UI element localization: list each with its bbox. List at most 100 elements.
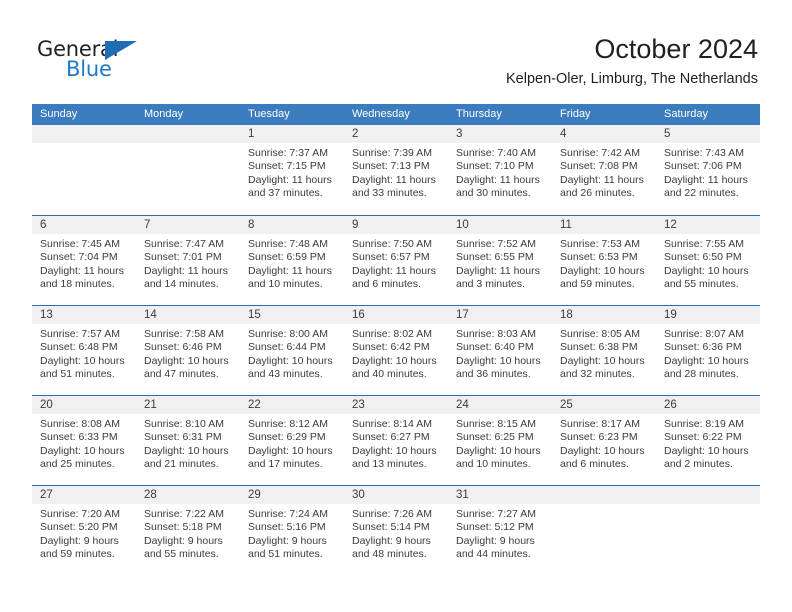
calendar-day-cell[interactable]: 18 Sunrise: 8:05 AM Sunset: 6:38 PM Dayligh…	[552, 306, 656, 395]
calendar-day-cell[interactable]: 15 Sunrise: 8:00 AM Sunset: 6:44 PM Dayligh…	[240, 306, 344, 395]
day-number-band	[136, 125, 240, 143]
day-number-band: 4	[552, 125, 656, 143]
day-detail-line: Sunset: 6:42 PM	[352, 341, 430, 354]
day-details: Sunrise: 7:50 AM Sunset: 6:57 PM Daylight:…	[344, 234, 448, 292]
day-number-band: 19	[656, 306, 760, 324]
calendar-day-cell[interactable]: 9 Sunrise: 7:50 AM Sunset: 6:57 PM Daylight…	[344, 216, 448, 305]
day-detail-line: and 2 minutes.	[664, 458, 733, 471]
day-number: 22	[248, 399, 261, 411]
day-number-band: 26	[656, 396, 760, 414]
day-detail-line: and 37 minutes.	[248, 187, 323, 200]
day-number: 6	[40, 219, 47, 231]
calendar-day-cell[interactable]: 30 Sunrise: 7:26 AM Sunset: 5:14 PM Dayligh…	[344, 486, 448, 575]
day-detail-line: Sunrise: 7:39 AM	[352, 147, 432, 159]
title-block: October 2024 Kelpen-Oler, Limburg, The N…	[506, 33, 758, 89]
calendar-day-cell[interactable]: 12 Sunrise: 7:55 AM Sunset: 6:50 PM Dayligh…	[656, 216, 760, 305]
day-detail-line: Sunset: 6:25 PM	[456, 431, 534, 444]
day-number: 9	[352, 219, 359, 231]
day-number: 12	[664, 219, 677, 231]
day-details: Sunrise: 7:53 AM Sunset: 6:53 PM Daylight:…	[552, 234, 656, 292]
day-number-band: 11	[552, 216, 656, 234]
day-number-band: 21	[136, 396, 240, 414]
calendar-day-cell[interactable]: 11 Sunrise: 7:53 AM Sunset: 6:53 PM Dayligh…	[552, 216, 656, 305]
day-number: 30	[352, 489, 365, 501]
day-details: Sunrise: 7:40 AM Sunset: 7:10 PM Daylight:…	[448, 143, 552, 201]
day-details: Sunrise: 8:10 AM Sunset: 6:31 PM Daylight:…	[136, 414, 240, 472]
day-detail-line: Sunset: 6:22 PM	[664, 431, 742, 444]
calendar-day-cell[interactable]: 20 Sunrise: 8:08 AM Sunset: 6:33 PM Dayligh…	[32, 396, 136, 485]
calendar-day-cell[interactable]: 31 Sunrise: 7:27 AM Sunset: 5:12 PM Dayligh…	[448, 486, 552, 575]
day-detail-line: Sunset: 6:48 PM	[40, 341, 118, 354]
day-number: 16	[352, 309, 365, 321]
calendar-day-cell[interactable]: 7 Sunrise: 7:47 AM Sunset: 7:01 PM Daylight…	[136, 216, 240, 305]
day-number: 21	[144, 399, 157, 411]
day-detail-line: Daylight: 11 hours	[40, 264, 124, 277]
day-detail-line: and 55 minutes.	[144, 548, 219, 561]
day-detail-line: Daylight: 11 hours	[352, 173, 436, 186]
day-details: Sunrise: 7:37 AM Sunset: 7:15 PM Daylight:…	[240, 143, 344, 201]
day-detail-line: Sunset: 5:18 PM	[144, 521, 222, 534]
day-detail-line: and 10 minutes.	[248, 278, 323, 291]
day-detail-line: Sunset: 6:36 PM	[664, 341, 742, 354]
calendar-day-cell[interactable]: 2 Sunrise: 7:39 AM Sunset: 7:13 PM Daylight…	[344, 125, 448, 215]
day-detail-line: Daylight: 10 hours	[248, 444, 333, 457]
calendar-empty-cell	[32, 125, 136, 215]
calendar-day-cell[interactable]: 26 Sunrise: 8:19 AM Sunset: 6:22 PM Dayligh…	[656, 396, 760, 485]
calendar-day-cell[interactable]: 14 Sunrise: 7:58 AM Sunset: 6:46 PM Dayligh…	[136, 306, 240, 395]
calendar-day-cell[interactable]: 22 Sunrise: 8:12 AM Sunset: 6:29 PM Dayligh…	[240, 396, 344, 485]
day-detail-line: Sunrise: 7:37 AM	[248, 147, 328, 159]
day-detail-line: Sunset: 6:38 PM	[560, 341, 638, 354]
day-detail-line: Sunset: 7:01 PM	[144, 251, 222, 264]
day-number-band: 7	[136, 216, 240, 234]
day-number: 7	[144, 219, 151, 231]
calendar-day-cell[interactable]: 3 Sunrise: 7:40 AM Sunset: 7:10 PM Daylight…	[448, 125, 552, 215]
day-detail-line: Daylight: 9 hours	[456, 534, 535, 547]
general-blue-logo: General Blue	[37, 38, 157, 84]
day-detail-line: and 28 minutes.	[664, 368, 739, 381]
calendar-day-cell[interactable]: 29 Sunrise: 7:24 AM Sunset: 5:16 PM Dayligh…	[240, 486, 344, 575]
day-number-band: 16	[344, 306, 448, 324]
calendar-day-cell[interactable]: 24 Sunrise: 8:15 AM Sunset: 6:25 PM Dayligh…	[448, 396, 552, 485]
day-details: Sunrise: 7:45 AM Sunset: 7:04 PM Daylight:…	[32, 234, 136, 292]
day-detail-line: and 6 minutes.	[352, 278, 421, 291]
day-details: Sunrise: 7:22 AM Sunset: 5:18 PM Daylight:…	[136, 504, 240, 562]
calendar-day-cell[interactable]: 16 Sunrise: 8:02 AM Sunset: 6:42 PM Dayligh…	[344, 306, 448, 395]
calendar-weeks: 1 Sunrise: 7:37 AM Sunset: 7:15 PM Daylight…	[32, 125, 760, 575]
day-detail-line: Sunrise: 8:03 AM	[456, 328, 536, 340]
day-number-band: 13	[32, 306, 136, 324]
day-detail-line: Sunrise: 7:42 AM	[560, 147, 640, 159]
day-detail-line: and 21 minutes.	[144, 458, 219, 471]
day-number-band: 30	[344, 486, 448, 504]
calendar-day-cell[interactable]: 25 Sunrise: 8:17 AM Sunset: 6:23 PM Dayligh…	[552, 396, 656, 485]
calendar-day-cell[interactable]: 23 Sunrise: 8:14 AM Sunset: 6:27 PM Dayligh…	[344, 396, 448, 485]
day-details: Sunrise: 8:02 AM Sunset: 6:42 PM Daylight:…	[344, 324, 448, 382]
calendar-day-cell[interactable]: 21 Sunrise: 8:10 AM Sunset: 6:31 PM Dayligh…	[136, 396, 240, 485]
day-number: 14	[144, 309, 157, 321]
day-number-band: 8	[240, 216, 344, 234]
day-number: 17	[456, 309, 469, 321]
day-detail-line: Sunrise: 7:45 AM	[40, 238, 120, 250]
day-number-band: 18	[552, 306, 656, 324]
day-details: Sunrise: 7:26 AM Sunset: 5:14 PM Daylight:…	[344, 504, 448, 562]
calendar-day-cell[interactable]: 27 Sunrise: 7:20 AM Sunset: 5:20 PM Dayligh…	[32, 486, 136, 575]
calendar-day-cell[interactable]: 8 Sunrise: 7:48 AM Sunset: 6:59 PM Daylight…	[240, 216, 344, 305]
calendar-day-cell[interactable]: 5 Sunrise: 7:43 AM Sunset: 7:06 PM Daylight…	[656, 125, 760, 215]
day-detail-line: and 26 minutes.	[560, 187, 635, 200]
calendar-empty-cell	[656, 486, 760, 575]
day-detail-line: Daylight: 10 hours	[456, 354, 541, 367]
day-detail-line: Sunrise: 8:15 AM	[456, 418, 536, 430]
calendar-day-cell[interactable]: 10 Sunrise: 7:52 AM Sunset: 6:55 PM Dayligh…	[448, 216, 552, 305]
day-detail-line: Daylight: 10 hours	[664, 444, 749, 457]
calendar-day-cell[interactable]: 13 Sunrise: 7:57 AM Sunset: 6:48 PM Dayligh…	[32, 306, 136, 395]
day-detail-line: Sunset: 6:31 PM	[144, 431, 222, 444]
calendar-day-cell[interactable]: 6 Sunrise: 7:45 AM Sunset: 7:04 PM Daylight…	[32, 216, 136, 305]
calendar-day-cell[interactable]: 19 Sunrise: 8:07 AM Sunset: 6:36 PM Dayligh…	[656, 306, 760, 395]
day-details: Sunrise: 7:48 AM Sunset: 6:59 PM Daylight:…	[240, 234, 344, 292]
day-details: Sunrise: 7:52 AM Sunset: 6:55 PM Daylight:…	[448, 234, 552, 292]
day-detail-line: Daylight: 10 hours	[560, 264, 645, 277]
calendar-day-cell[interactable]: 28 Sunrise: 7:22 AM Sunset: 5:18 PM Dayligh…	[136, 486, 240, 575]
calendar-day-cell[interactable]: 17 Sunrise: 8:03 AM Sunset: 6:40 PM Dayligh…	[448, 306, 552, 395]
calendar-day-cell[interactable]: 1 Sunrise: 7:37 AM Sunset: 7:15 PM Daylight…	[240, 125, 344, 215]
calendar-day-cell[interactable]: 4 Sunrise: 7:42 AM Sunset: 7:08 PM Daylight…	[552, 125, 656, 215]
day-detail-line: and 47 minutes.	[144, 368, 219, 381]
